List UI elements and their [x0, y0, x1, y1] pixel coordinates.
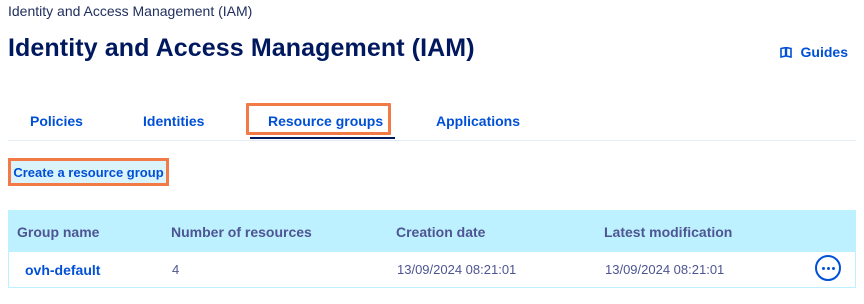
group-name-link[interactable]: ovh-default [25, 262, 100, 278]
tab-policies[interactable]: Policies [30, 113, 83, 129]
resource-count: 4 [172, 262, 180, 277]
column-header-latest-modification[interactable]: Latest modification [604, 224, 732, 240]
column-header-number-of-resources[interactable]: Number of resources [171, 224, 312, 240]
tab-bar: Policies Identities Resource groups Appl… [8, 102, 856, 141]
column-header-creation-date[interactable]: Creation date [396, 224, 485, 240]
more-options-icon [821, 266, 825, 270]
tab-highlight-box [246, 103, 391, 135]
column-header-group-name[interactable]: Group name [17, 224, 99, 240]
creation-date: 13/09/2024 08:21:01 [397, 262, 517, 277]
guides-link[interactable]: Guides [779, 44, 848, 60]
tab-applications[interactable]: Applications [436, 113, 520, 129]
breadcrumb: Identity and Access Management (IAM) [8, 3, 253, 19]
row-actions-button[interactable] [815, 255, 841, 281]
guides-label: Guides [800, 44, 848, 60]
page-title: Identity and Access Management (IAM) [8, 34, 475, 62]
table-row: ovh-default 4 13/09/2024 08:21:01 13/09/… [8, 252, 856, 288]
latest-modification: 13/09/2024 08:21:01 [605, 262, 725, 277]
book-icon [779, 46, 792, 58]
more-options-icon [831, 266, 835, 270]
more-options-icon [826, 266, 830, 270]
tab-identities[interactable]: Identities [143, 113, 204, 129]
create-resource-group-button[interactable]: Create a resource group [8, 158, 169, 186]
active-tab-indicator [250, 137, 395, 139]
resource-groups-table: Group name Number of resources Creation … [8, 210, 856, 288]
table-header: Group name Number of resources Creation … [8, 210, 856, 252]
